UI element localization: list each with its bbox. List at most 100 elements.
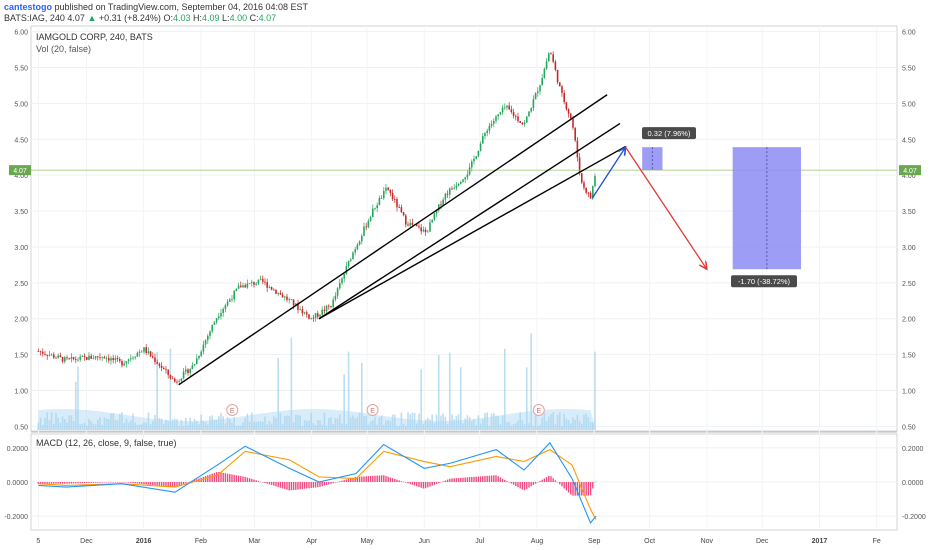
candle-body [334,295,337,300]
macd-histogram-bar [462,477,464,482]
candle-body [391,192,394,199]
macd-legend: MACD (12, 26, close, 9, false, true) [36,438,177,448]
macd-histogram-bar [72,482,75,484]
macd-histogram-bar [64,482,66,484]
candle-body [539,85,541,92]
macd-histogram-bar [171,482,174,487]
candle-body [411,222,414,225]
macd-histogram-bar [275,482,277,487]
macd-histogram-bar [438,482,440,484]
candle-body [354,249,356,253]
candle-body [90,355,92,359]
candle-body [92,358,95,360]
macd-histogram-bar [48,482,51,484]
macd-histogram-bar [594,481,596,483]
macd-histogram-bar [585,482,587,496]
candle-body [440,204,442,206]
candle-body [481,136,484,144]
candle-body [257,279,260,284]
macd-histogram-bar [59,482,62,484]
macd-histogram-bar [180,482,183,485]
price-axis-right-label: 5.00 [902,101,916,108]
macd-histogram-bar [308,482,310,489]
macd-histogram-bar [325,482,328,486]
macd-histogram-bar [242,476,244,482]
candle-body [275,289,277,294]
candle-body [332,299,334,308]
measure-box-small [642,147,663,171]
macd-histogram-bar [519,482,521,489]
macd-histogram-bar [374,475,376,482]
macd-histogram-bar [156,482,158,486]
macd-histogram-bar [495,475,497,482]
macd-histogram-bar [319,482,321,487]
time-axis-label: Oct [644,538,655,545]
measure-label-large: -1.70 (-38.72%) [738,277,791,286]
price-axis-left-label: 1.00 [14,389,28,396]
candle-body [283,296,286,298]
candle-body [352,252,354,260]
candle-body [211,324,213,332]
macd-histogram-bar [233,474,235,482]
macd-histogram-bar [83,482,86,484]
candle-body [226,301,229,306]
candle-body [140,351,143,353]
macd-histogram-bar [174,482,176,488]
macd-histogram-bar [127,482,130,483]
macd-histogram-bar [510,482,513,484]
macd-histogram-bar [244,476,246,482]
macd-histogram-bar [187,482,189,483]
candle-body [341,278,343,284]
candle-body [569,113,572,119]
macd-histogram-bar [541,479,543,482]
chart-canvas[interactable]: E E E 0.32 (7.96%) -1.70 (-38.72%) 0.50 0.50… [0,0,932,550]
candle-body [374,208,376,209]
candle-body [321,309,323,315]
earnings-marker-label: E [370,408,375,415]
price-axis-right-label: 2.50 [902,281,916,288]
candle-body [173,378,176,382]
red-projection-arrow [625,146,707,269]
candle-body [242,285,244,288]
price-axis-right-label: 6.00 [902,30,916,37]
candle-body [398,207,400,208]
candle-body [330,306,332,308]
candle-body [499,112,502,115]
time-axis: 5 Dec 2016 Feb Mar Apr May Jun Jul Aug Sep Oct Nov De… [36,538,880,545]
candle-body [563,92,565,103]
macd-histogram-bar [565,482,568,491]
macd-histogram-bar [446,479,449,482]
candle-body [484,132,486,137]
macd-histogram-bar [105,482,108,483]
macd-histogram-bar [528,482,530,488]
candle-body [400,207,403,213]
drawing-annotations[interactable]: 0.32 (7.96%) -1.70 (-38.72%) [31,94,897,386]
macd-histogram-bar [455,478,458,482]
current-price-left-text: 4.07 [13,168,27,175]
time-axis-label: 2016 [136,538,152,545]
macd-histogram-bar [413,482,416,486]
candle-body [558,82,561,87]
candle-body [323,309,326,312]
candle-body [418,226,420,228]
macd-histogram-bar [477,476,480,482]
candle-body [532,99,535,109]
macd-histogram-bar [114,482,117,483]
candle-body [215,318,218,323]
candle-body [178,381,180,382]
macd-histogram-bar [94,482,97,483]
candle-body [431,219,433,223]
macd-histogram-bar [587,482,590,496]
macd-axis-right-label: -0.2000 [902,514,926,521]
candle-body [279,292,282,295]
candle-body [554,61,557,70]
candle-body [44,353,46,355]
candle-body [455,185,458,188]
candle-body [363,226,365,236]
price-axis-right-label: 1.00 [902,389,916,396]
candle-body [83,356,86,358]
candle-body [85,357,88,360]
time-axis-label: 5 [36,538,40,545]
candle-body [429,222,431,232]
candle-body [459,182,462,184]
